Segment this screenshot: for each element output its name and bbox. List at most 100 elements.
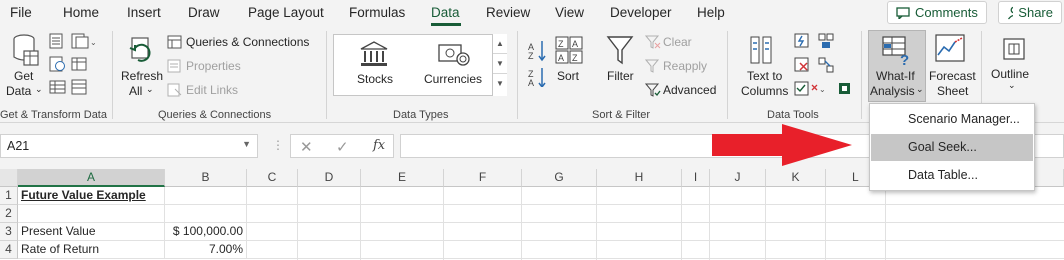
column-header-g[interactable]: G [522,169,597,187]
sort-az-za-icons[interactable]: A Z Z A [527,39,547,87]
from-text-icon[interactable] [49,33,67,49]
properties-button[interactable]: Properties [186,59,241,73]
get-data-label-1[interactable]: Get [14,69,33,83]
ribbon-separator [517,31,518,119]
clear-button[interactable]: Clear [663,35,692,49]
relationships-icon[interactable] [818,57,834,73]
row-header[interactable]: 2 [0,205,18,223]
cancel-icon[interactable]: ✕ [300,138,313,156]
group-label-data-tools: Data Tools [767,109,819,121]
select-all-corner[interactable] [0,169,18,187]
edit-links-button[interactable]: Edit Links [186,83,238,97]
row-header[interactable]: 4 [0,241,18,259]
tab-data[interactable]: Data [431,5,460,20]
column-header-k[interactable]: K [766,169,826,187]
data-types-scroll[interactable]: ▲ ▼ ▼ [492,34,507,96]
advanced-button[interactable]: Advanced [663,83,716,97]
column-header-i[interactable]: I [682,169,710,187]
tab-formulas[interactable]: Formulas [349,5,405,20]
column-header-c[interactable]: C [247,169,298,187]
row-header[interactable]: 3 [0,223,18,241]
flash-fill-icon[interactable] [794,33,810,49]
advanced-filter-icon [645,83,661,97]
recent-sources-icon[interactable]: ⌄ [71,33,97,49]
column-header-j[interactable]: J [710,169,766,187]
manage-data-model-icon[interactable] [837,81,853,97]
cell-a1[interactable]: Future Value Example [18,187,165,205]
cell-b3[interactable]: $ 100,000.00 [165,223,247,241]
gallery-more-icon[interactable]: ▼ [493,74,507,94]
ribbon-separator [112,31,113,119]
currencies-button[interactable]: Currencies [424,72,482,86]
cell-a2[interactable] [18,205,165,223]
tab-insert[interactable]: Insert [127,5,161,20]
chevron-down-icon[interactable]: ▼ [493,54,507,74]
text-to-columns-label-1[interactable]: Text to [747,69,782,83]
chevron-down-icon: ⌄ [1008,80,1016,90]
enter-icon[interactable]: ✓ [336,138,349,156]
tab-home[interactable]: Home [63,5,99,20]
filter-button[interactable]: Filter [607,69,634,83]
tab-page-layout[interactable]: Page Layout [248,5,324,20]
from-web-icon[interactable] [49,56,67,72]
comments-button[interactable]: Comments [887,1,987,24]
cell-b2[interactable] [165,205,247,223]
column-header-f[interactable]: F [444,169,522,187]
consolidate-icon[interactable] [818,33,834,49]
forecast-label-1[interactable]: Forecast [929,69,976,83]
stocks-button[interactable]: Stocks [357,72,393,86]
tab-file[interactable]: File [10,5,32,20]
column-header-d[interactable]: D [298,169,361,187]
data-sources-icon[interactable] [71,79,89,95]
chevron-down-icon[interactable]: ▼ [242,139,251,149]
reapply-button[interactable]: Reapply [663,59,707,73]
more-options-icon: ⋮ [272,138,284,152]
tab-view[interactable]: View [555,5,584,20]
column-header-a[interactable]: A [18,169,165,187]
forecast-sheet-icon [935,34,965,62]
column-header-h[interactable]: H [597,169,682,187]
chevron-down-icon: ⌄ [35,84,43,94]
share-button[interactable]: Share [998,1,1062,24]
svg-text:Z: Z [528,51,534,61]
get-data-label-2[interactable]: Data [6,84,31,98]
column-header-e[interactable]: E [361,169,444,187]
chevron-down-icon: ⌄ [916,84,924,94]
cell-a4[interactable]: Rate of Return [18,241,165,259]
tab-review[interactable]: Review [486,5,530,20]
remove-duplicates-icon[interactable] [794,57,810,73]
ribbon-separator [727,31,728,119]
name-box[interactable]: A21 ▼ [0,134,258,158]
tab-draw[interactable]: Draw [188,5,220,20]
outline-button[interactable]: Outline [991,67,1029,81]
tab-developer[interactable]: Developer [610,5,672,20]
refresh-label-1[interactable]: Refresh [121,69,163,83]
data-validation-icon[interactable]: ⌄ [794,81,826,97]
tab-help[interactable]: Help [697,5,725,20]
menu-item-data-table[interactable]: Data Table... [871,162,1033,189]
insert-function-icon[interactable]: fx [373,138,385,153]
what-if-label-2: Analysis [870,84,915,98]
what-if-label-1: What-If [876,69,915,83]
svg-text:⌄: ⌄ [819,85,826,94]
menu-item-goal-seek[interactable]: Goal Seek... [871,134,1033,161]
menu-item-scenario-manager[interactable]: Scenario Manager... [871,106,1033,133]
existing-connections-icon[interactable] [71,56,89,72]
edit-links-icon [167,83,182,97]
reapply-icon [645,59,660,73]
svg-text:Z: Z [558,39,564,49]
cell-a3[interactable]: Present Value [18,223,165,241]
from-table-icon[interactable] [49,79,67,95]
chevron-up-icon[interactable]: ▲ [493,34,507,54]
row-header[interactable]: 1 [0,187,18,205]
cell-b4[interactable]: 7.00% [165,241,247,259]
forecast-label-2[interactable]: Sheet [937,84,968,98]
column-header-b[interactable]: B [165,169,247,187]
sort-button[interactable]: Sort [557,69,579,83]
queries-connections-button[interactable]: Queries & Connections [186,35,309,49]
queries-connections-icon [167,35,182,49]
cell-b1[interactable] [165,187,247,205]
text-to-columns-label-2[interactable]: Columns [741,84,788,98]
refresh-label-2[interactable]: All [129,84,142,98]
group-label-data-types: Data Types [393,109,449,121]
